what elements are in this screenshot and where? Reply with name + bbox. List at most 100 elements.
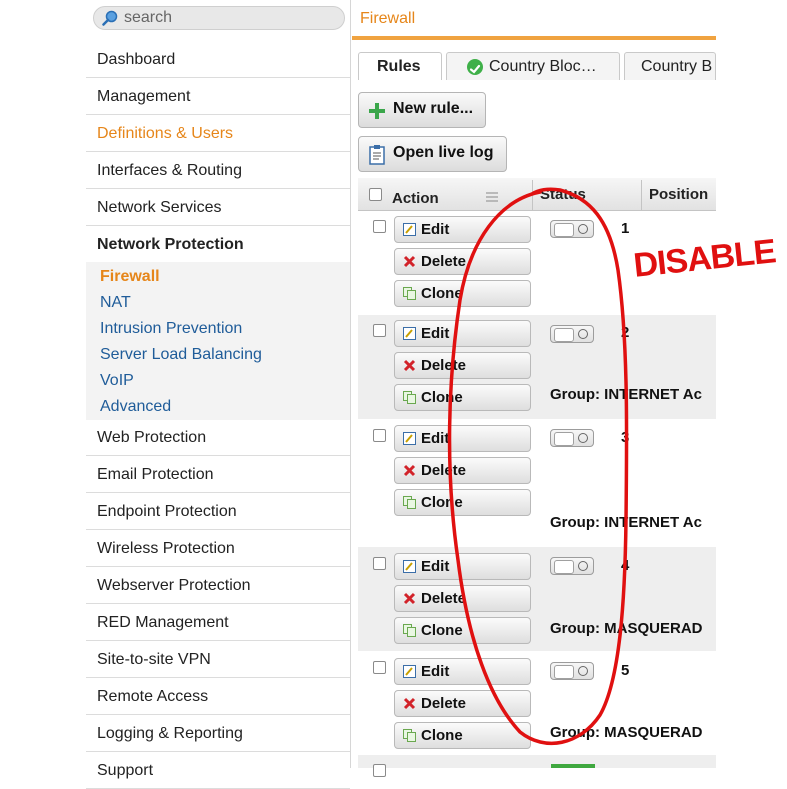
clone-label: Clone [421, 494, 463, 511]
sidebar-subitem-intrusion-prevention[interactable]: Intrusion Prevention [100, 320, 242, 338]
column-separator [532, 180, 533, 210]
select-all-checkbox[interactable] [369, 188, 382, 201]
page-title: Firewall [360, 10, 416, 27]
sidebar-item-red-management[interactable]: RED Management [86, 605, 350, 641]
sidebar-item-support[interactable]: Support [86, 753, 350, 789]
sidebar-item-endpoint-protection[interactable]: Endpoint Protection [86, 494, 350, 530]
sidebar-subitem-voip[interactable]: VoIP [100, 372, 134, 390]
clone-button[interactable]: Clone [394, 617, 531, 644]
search-icon [102, 10, 118, 26]
edit-button[interactable]: Edit [394, 216, 531, 243]
edit-button[interactable]: Edit [394, 553, 531, 580]
rule-group-label: Group: INTERNET Ac [550, 514, 702, 531]
sidebar-item-dashboard[interactable]: Dashboard [86, 42, 350, 78]
new-rule-label: New rule... [393, 100, 474, 117]
delete-label: Delete [421, 590, 467, 607]
check-icon [467, 59, 483, 75]
tab-rules[interactable]: Rules [358, 52, 442, 80]
status-toggle[interactable] [550, 662, 594, 680]
delete-button[interactable]: Delete [394, 457, 531, 484]
delete-button[interactable]: Delete [394, 352, 531, 379]
edit-button[interactable]: Edit [394, 658, 531, 685]
sidebar-subitem-server-load-balancing[interactable]: Server Load Balancing [100, 346, 262, 364]
clone-button[interactable]: Clone [394, 489, 531, 516]
sidebar-item-remote-access[interactable]: Remote Access [86, 679, 350, 715]
position-value: 3 [621, 429, 630, 446]
tab-country-blocking[interactable]: Country Bloc… [446, 52, 620, 80]
delete-label: Delete [421, 357, 467, 374]
delete-icon [403, 255, 416, 268]
tab-country-blocking-exceptions[interactable]: Country B [624, 52, 716, 80]
column-separator [641, 180, 642, 210]
clone-label: Clone [421, 389, 463, 406]
edit-button[interactable]: Edit [394, 425, 531, 452]
delete-label: Delete [421, 462, 467, 479]
row-checkbox[interactable] [373, 220, 386, 233]
status-toggle[interactable] [550, 325, 594, 343]
clone-label: Clone [421, 727, 463, 744]
row-checkbox[interactable] [373, 764, 386, 777]
sidebar-item-management[interactable]: Management [86, 79, 350, 115]
row-checkbox[interactable] [373, 429, 386, 442]
edit-icon [403, 665, 416, 678]
column-header-action[interactable]: Action [392, 190, 439, 207]
sidebar-subitem-advanced[interactable]: Advanced [100, 398, 171, 416]
column-menu-icon[interactable] [486, 192, 498, 202]
left-gutter [0, 0, 86, 768]
column-header-status[interactable]: Status [540, 186, 586, 203]
page-right-blank [716, 0, 787, 768]
open-live-log-label: Open live log [393, 144, 494, 161]
sidebar-item-webserver-protection[interactable]: Webserver Protection [86, 568, 350, 604]
edit-button[interactable]: Edit [394, 320, 531, 347]
tab-country-blocking-label: Country Bloc… [489, 58, 597, 75]
sidebar-subitem-firewall[interactable]: Firewall [100, 268, 160, 286]
edit-label: Edit [421, 558, 450, 575]
tab-rules-label: Rules [377, 58, 421, 75]
status-toggle[interactable] [550, 220, 594, 238]
position-value: 5 [621, 662, 630, 679]
clone-icon [403, 391, 416, 404]
clone-icon [403, 287, 416, 300]
edit-label: Edit [421, 663, 450, 680]
rule-group-label: Group: MASQUERAD [550, 724, 703, 741]
status-toggle-enabled[interactable] [551, 764, 595, 768]
row-checkbox[interactable] [373, 661, 386, 674]
sidebar-item-site-to-site-vpn[interactable]: Site-to-site VPN [86, 642, 350, 678]
title-underline [352, 36, 716, 40]
sidebar-item-definitions-users[interactable]: Definitions & Users [86, 116, 350, 152]
delete-button[interactable]: Delete [394, 248, 531, 275]
clone-button[interactable]: Clone [394, 280, 531, 307]
clone-button[interactable]: Clone [394, 384, 531, 411]
clone-label: Clone [421, 285, 463, 302]
sidebar-item-web-protection[interactable]: Web Protection [86, 420, 350, 456]
delete-icon [403, 592, 416, 605]
row-checkbox[interactable] [373, 557, 386, 570]
edit-label: Edit [421, 325, 450, 342]
delete-button[interactable]: Delete [394, 585, 531, 612]
delete-button[interactable]: Delete [394, 690, 531, 717]
sidebar-item-network-protection[interactable]: Network Protection [86, 227, 350, 263]
column-header-position[interactable]: Position [649, 186, 708, 203]
new-rule-button[interactable]: New rule... [358, 92, 486, 128]
edit-label: Edit [421, 221, 450, 238]
edit-icon [403, 560, 416, 573]
sidebar-item-network-services[interactable]: Network Services [86, 190, 350, 226]
status-toggle[interactable] [550, 429, 594, 447]
row-checkbox[interactable] [373, 324, 386, 337]
plus-icon [369, 103, 385, 119]
open-live-log-button[interactable]: Open live log [358, 136, 507, 172]
delete-icon [403, 464, 416, 477]
sidebar-item-logging-reporting[interactable]: Logging & Reporting [86, 716, 350, 752]
search-placeholder: search [124, 9, 173, 26]
sidebar-item-interfaces-routing[interactable]: Interfaces & Routing [86, 153, 350, 189]
sidebar-item-email-protection[interactable]: Email Protection [86, 457, 350, 493]
delete-icon [403, 359, 416, 372]
status-toggle[interactable] [550, 557, 594, 575]
clone-button[interactable]: Clone [394, 722, 531, 749]
rule-group-label: Group: INTERNET Ac [550, 386, 702, 403]
position-value: 1 [621, 220, 630, 237]
sidebar-item-wireless-protection[interactable]: Wireless Protection [86, 531, 350, 567]
search-input[interactable]: search [93, 6, 345, 30]
edit-icon [403, 223, 416, 236]
sidebar-subitem-nat[interactable]: NAT [100, 294, 131, 312]
